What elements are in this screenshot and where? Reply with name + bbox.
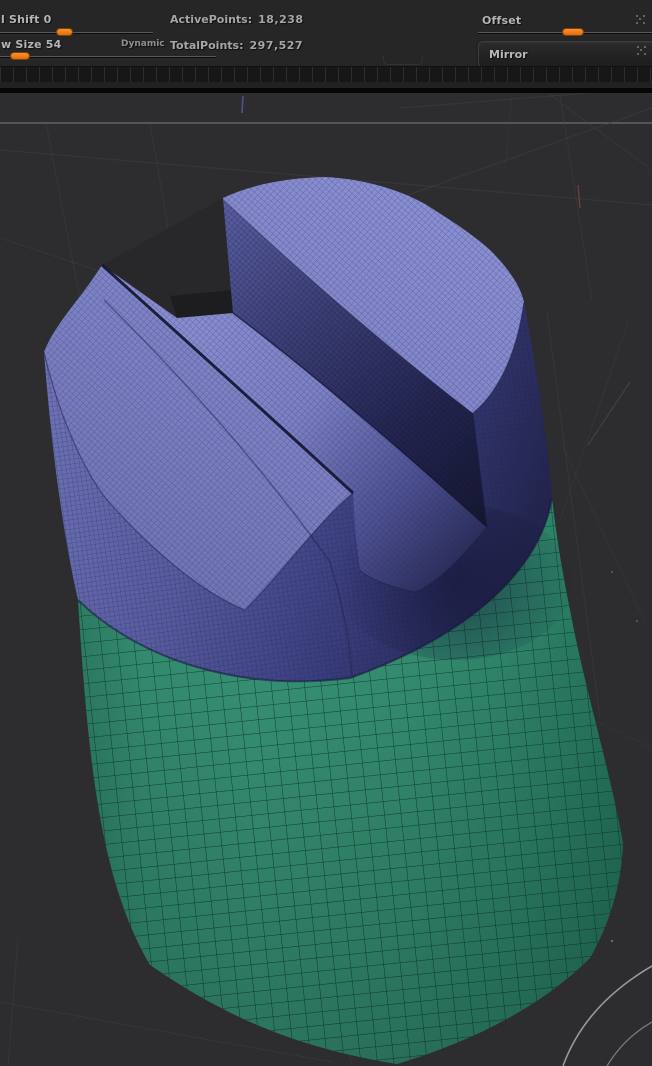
mirror-button-label: Mirror xyxy=(489,48,528,61)
draw-size-slider-handle[interactable] xyxy=(10,52,30,60)
timeline-strip[interactable] xyxy=(0,66,652,82)
active-points-value: 18,238 xyxy=(258,13,304,26)
draw-size-slider[interactable] xyxy=(0,56,216,57)
mirror-button[interactable]: Mirror xyxy=(478,41,652,68)
active-points-label: ActivePoints: xyxy=(170,13,253,26)
top-shelf: l Shift 0 w Size 54 Dynamic ActivePoints… xyxy=(0,0,652,93)
focal-shift-slider-handle[interactable] xyxy=(56,28,73,36)
total-points-stat: TotalPoints: 297,527 xyxy=(170,39,303,52)
focal-shift-slider[interactable] xyxy=(0,32,153,33)
collapsed-button-edge xyxy=(383,56,423,65)
offset-label: Offset xyxy=(482,14,522,27)
offset-slider-handle[interactable] xyxy=(562,28,584,36)
total-points-label: TotalPoints: xyxy=(170,39,244,52)
offset-drag-dots-icon[interactable] xyxy=(636,15,645,24)
zbrush-window: l Shift 0 w Size 54 Dynamic ActivePoints… xyxy=(0,0,652,1066)
sculpt-viewport[interactable] xyxy=(0,0,652,1066)
focal-shift-label: l Shift 0 xyxy=(1,13,52,26)
total-points-value: 297,527 xyxy=(249,39,304,52)
dynamic-toggle[interactable]: Dynamic xyxy=(121,39,165,49)
canvas-top-border xyxy=(0,88,652,93)
mirror-drag-dots-icon[interactable] xyxy=(637,46,646,55)
active-points-stat: ActivePoints: 18,238 xyxy=(170,13,304,26)
draw-size-label: w Size 54 xyxy=(1,38,62,51)
